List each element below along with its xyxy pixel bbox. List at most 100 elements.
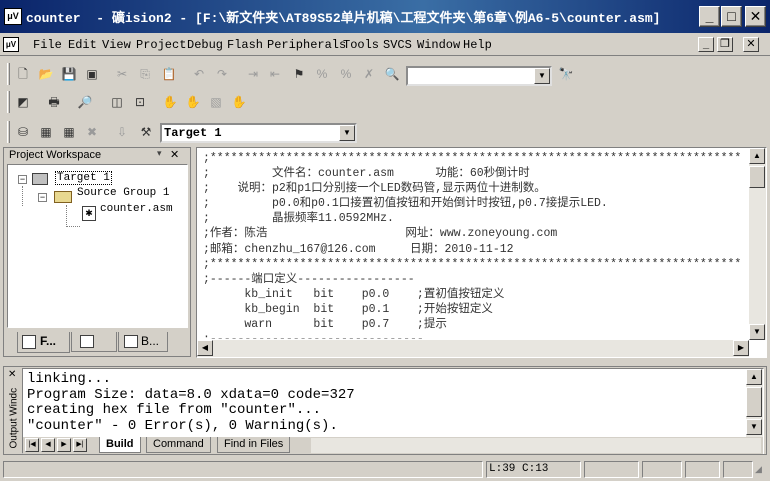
save-icon[interactable]: 💾: [60, 65, 78, 83]
redo-icon[interactable]: ↷: [213, 65, 231, 83]
output-line: Program Size: data=8.0 xdata=0 code=327: [27, 386, 355, 403]
resize-grip-icon[interactable]: ◢: [755, 464, 767, 478]
menu-debug[interactable]: Debug: [187, 38, 223, 52]
start-debug-icon[interactable]: ◩: [14, 93, 32, 111]
menu-peripherals[interactable]: Peripherals: [267, 38, 346, 52]
tree-target-node[interactable]: Target 1: [55, 171, 112, 185]
menu-svcs[interactable]: SVCS: [383, 38, 412, 52]
collapse-icon[interactable]: −: [18, 175, 27, 184]
find-in-files-icon[interactable]: 🔍: [383, 65, 401, 83]
output-vertical-scrollbar[interactable]: ▲ ▼: [746, 369, 763, 437]
toolbar-grip[interactable]: [7, 121, 10, 143]
tab-command[interactable]: Command: [146, 437, 211, 453]
bookmark-prev-icon[interactable]: %: [337, 65, 355, 83]
tree-file-node[interactable]: counter.asm: [100, 203, 173, 215]
save-all-icon[interactable]: ▣: [83, 65, 101, 83]
scroll-left-icon[interactable]: ◀: [197, 340, 213, 356]
unindent-icon[interactable]: ⇤: [266, 65, 284, 83]
bookmark-clear-icon[interactable]: ✗: [360, 65, 378, 83]
target-combo[interactable]: Target 1 ▼: [160, 123, 357, 143]
tab-books[interactable]: B...: [118, 332, 168, 352]
bookmark-toggle-icon[interactable]: ⚑: [290, 65, 308, 83]
breakpoint-icon[interactable]: ✋: [184, 93, 202, 111]
panel-close-icon[interactable]: ✕: [170, 148, 179, 161]
print-icon[interactable]: 🖶: [45, 93, 63, 111]
scroll-up-icon[interactable]: ▲: [746, 369, 762, 385]
zoom-icon[interactable]: 🔎: [76, 93, 94, 111]
undo-icon[interactable]: ↶: [190, 65, 208, 83]
menu-view[interactable]: View: [102, 38, 131, 52]
menu-flash[interactable]: Flash: [227, 38, 263, 52]
document-icon[interactable]: μV: [3, 37, 19, 52]
editor-pane[interactable]: ;***************************************…: [196, 147, 767, 358]
scroll-thumb[interactable]: [746, 387, 762, 417]
editor-vertical-scrollbar[interactable]: ▲ ▼: [749, 148, 766, 340]
menu-file[interactable]: File: [33, 38, 62, 52]
maximize-button[interactable]: □: [721, 6, 742, 27]
menu-project[interactable]: Project: [136, 38, 186, 52]
output-tab-strip: |◀ ◀ ▶ ▶| Build Command Find in Files: [23, 437, 763, 454]
tab-prev-icon[interactable]: ◀: [41, 438, 55, 452]
minimize-button[interactable]: _: [699, 6, 720, 27]
mdi-restore-button[interactable]: ❐: [717, 37, 733, 52]
tab-regs[interactable]: [71, 332, 117, 352]
output-text: linking... Program Size: data=8.0 xdata=…: [27, 372, 743, 436]
disable-breakpoints-icon[interactable]: ▧: [207, 93, 225, 111]
code-line: ;------端口定义-----------------: [203, 272, 415, 286]
toolbar-grip[interactable]: [7, 63, 10, 85]
menu-window[interactable]: Window: [417, 38, 460, 52]
paste-icon[interactable]: 📋: [160, 65, 178, 83]
bookmark-next-icon[interactable]: %: [313, 65, 331, 83]
kill-breakpoints-icon[interactable]: ✋: [230, 93, 248, 111]
editor-horizontal-scrollbar[interactable]: ◀ ▶: [197, 340, 749, 357]
output-window-icon[interactable]: ⊡: [131, 93, 149, 111]
menu-edit[interactable]: Edit: [68, 38, 97, 52]
scroll-up-icon[interactable]: ▲: [749, 148, 765, 164]
status-cell: [584, 461, 639, 478]
tab-first-icon[interactable]: |◀: [25, 438, 39, 452]
workspace-window-icon[interactable]: ◫: [108, 93, 126, 111]
project-workspace-panel: Project Workspace ▾ ✕ − Target 1 − Sourc…: [3, 147, 191, 357]
load-icon[interactable]: ⇩: [113, 123, 131, 141]
app-icon[interactable]: μV: [4, 8, 22, 25]
menu-help[interactable]: Help: [463, 38, 492, 52]
tab-next-icon[interactable]: ▶: [57, 438, 71, 452]
open-file-icon[interactable]: 📂: [37, 65, 55, 83]
target-options-icon[interactable]: ⚒: [137, 123, 155, 141]
find-combo[interactable]: ▼: [406, 66, 552, 86]
menu-tools[interactable]: Tools: [343, 38, 379, 52]
output-close-icon[interactable]: ✕: [8, 369, 16, 380]
scroll-right-icon[interactable]: ▶: [733, 340, 749, 356]
indent-icon[interactable]: ⇥: [244, 65, 262, 83]
project-tree[interactable]: − Target 1 − Source Group 1 ✱ counter.as…: [7, 164, 188, 328]
output-pane[interactable]: linking... Program Size: data=8.0 xdata=…: [22, 368, 764, 454]
new-file-icon[interactable]: 🗋: [14, 65, 32, 83]
tree-group-node[interactable]: Source Group 1: [77, 187, 169, 199]
files-tab-icon: [22, 335, 36, 349]
scroll-down-icon[interactable]: ▼: [746, 419, 762, 435]
translate-icon[interactable]: ⛁: [14, 123, 32, 141]
chevron-down-icon[interactable]: ▼: [534, 68, 550, 84]
tab-files[interactable]: F...: [17, 332, 70, 353]
tab-last-icon[interactable]: ▶|: [73, 438, 87, 452]
hand-icon[interactable]: ✋: [161, 93, 179, 111]
code-area[interactable]: ;***************************************…: [203, 151, 743, 339]
find-icon[interactable]: 🔭: [557, 65, 575, 83]
toolbar-grip[interactable]: [7, 91, 10, 113]
cut-icon[interactable]: ✂: [113, 65, 131, 83]
chevron-down-icon[interactable]: ▼: [339, 125, 355, 141]
mdi-close-button[interactable]: ✕: [743, 37, 759, 52]
scroll-down-icon[interactable]: ▼: [749, 324, 765, 340]
output-horizontal-scrollbar[interactable]: [311, 438, 761, 453]
rebuild-all-icon[interactable]: ▦: [60, 123, 78, 141]
mdi-minimize-button[interactable]: _: [698, 37, 714, 52]
close-button[interactable]: ✕: [745, 6, 766, 27]
build-target-icon[interactable]: ▦: [37, 123, 55, 141]
copy-icon[interactable]: ⎘: [136, 65, 154, 83]
panel-menu-icon[interactable]: ▾: [157, 148, 162, 159]
stop-build-icon[interactable]: ✖: [83, 123, 101, 141]
tab-find-in-files[interactable]: Find in Files: [217, 437, 291, 453]
tab-build[interactable]: Build: [99, 437, 141, 453]
collapse-icon[interactable]: −: [38, 193, 47, 202]
scroll-thumb[interactable]: [749, 166, 765, 188]
